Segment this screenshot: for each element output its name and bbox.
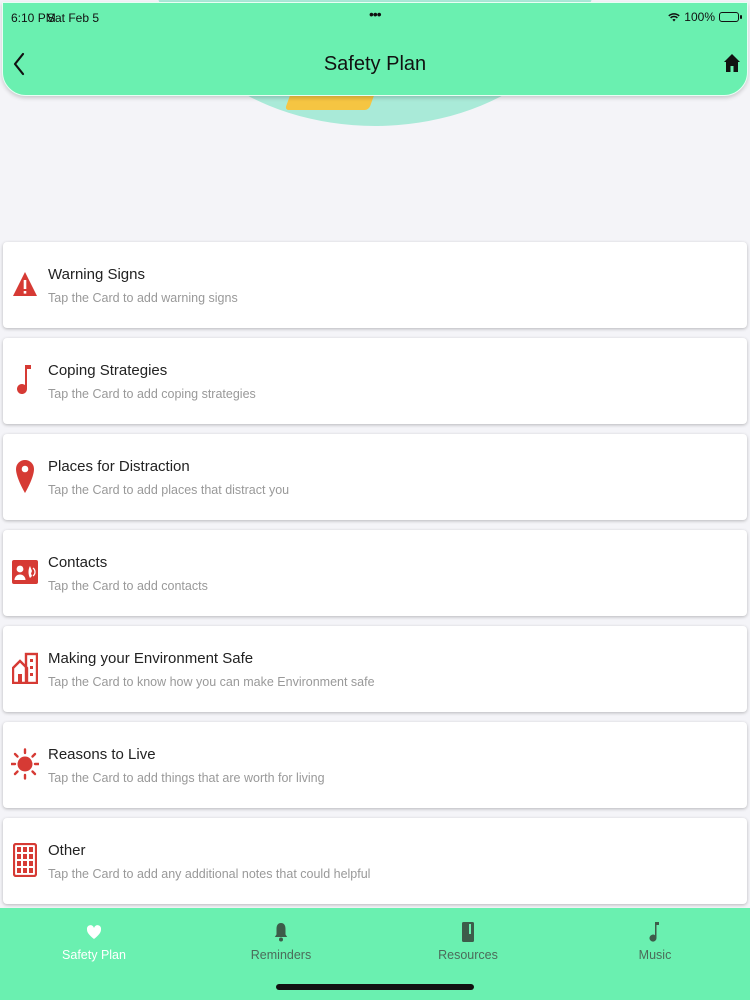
card-title: Other: [48, 842, 86, 859]
card-coping-strategies[interactable]: Coping Strategies Tap the Card to add co…: [3, 338, 747, 424]
sun-icon: [11, 744, 39, 784]
app-header: 6:10 PM Sat Feb 5 ••• 100% Safety Plan: [2, 2, 748, 96]
contact-card-icon: [11, 552, 39, 592]
tab-music[interactable]: Music: [595, 920, 715, 962]
card-subtitle: Tap the Card to know how you can make En…: [48, 675, 375, 689]
card-reasons-to-live[interactable]: Reasons to Live Tap the Card to add thin…: [3, 722, 747, 808]
tab-label: Reminders: [250, 948, 312, 962]
status-date: Sat Feb 5: [47, 11, 100, 25]
card-subtitle: Tap the Card to add contacts: [48, 579, 208, 593]
multitask-dots-icon[interactable]: •••: [369, 6, 382, 22]
wifi-icon: [668, 13, 681, 22]
home-building-icon: [11, 648, 39, 688]
music-note-icon: [11, 360, 39, 400]
tab-label: Safety Plan: [62, 948, 126, 962]
page-title: Safety Plan: [323, 53, 427, 75]
card-other[interactable]: Other Tap the Card to add any additional…: [3, 818, 747, 904]
card-title: Contacts: [48, 554, 108, 571]
heart-icon: [34, 920, 154, 944]
tab-label: Resources: [438, 948, 498, 962]
warning-icon: [11, 264, 39, 304]
safety-plan-card-list: Warning Signs Tap the Card to add warnin…: [3, 242, 747, 914]
card-warning-signs[interactable]: Warning Signs Tap the Card to add warnin…: [3, 242, 747, 328]
card-places-for-distraction[interactable]: Places for Distraction Tap the Card to a…: [3, 434, 747, 520]
card-subtitle: Tap the Card to add things that are wort…: [48, 771, 325, 785]
battery-percent: 100%: [684, 10, 715, 24]
book-icon: [408, 920, 528, 944]
card-title: Places for Distraction: [48, 458, 190, 475]
card-subtitle: Tap the Card to add places that distract…: [48, 483, 290, 497]
tab-safety-plan[interactable]: Safety Plan: [34, 920, 154, 962]
tab-resources[interactable]: Resources: [408, 920, 528, 962]
tab-reminders[interactable]: Reminders: [221, 920, 341, 962]
card-making-environment-safe[interactable]: Making your Environment Safe Tap the Car…: [3, 626, 747, 712]
card-contacts[interactable]: Contacts Tap the Card to add contacts: [3, 530, 747, 616]
location-pin-icon: [11, 456, 39, 496]
status-indicators: 100%: [668, 10, 742, 24]
card-subtitle: Tap the Card to add any additional notes…: [48, 867, 371, 881]
home-icon: [724, 54, 740, 72]
card-title: Reasons to Live: [48, 746, 156, 763]
battery-icon: [719, 12, 742, 22]
home-button[interactable]: [723, 53, 743, 75]
home-indicator[interactable]: [276, 984, 474, 990]
grid-icon: [11, 840, 39, 880]
card-subtitle: Tap the Card to add coping strategies: [48, 387, 256, 401]
status-bar: 6:10 PM Sat Feb 5 ••• 100%: [3, 3, 747, 31]
music-note-icon: [595, 920, 715, 944]
card-title: Making your Environment Safe: [48, 650, 254, 667]
bell-icon: [221, 920, 341, 944]
tab-label: Music: [638, 948, 672, 962]
card-title: Coping Strategies: [48, 362, 168, 379]
card-title: Warning Signs: [48, 266, 145, 283]
card-subtitle: Tap the Card to add warning signs: [48, 291, 238, 305]
